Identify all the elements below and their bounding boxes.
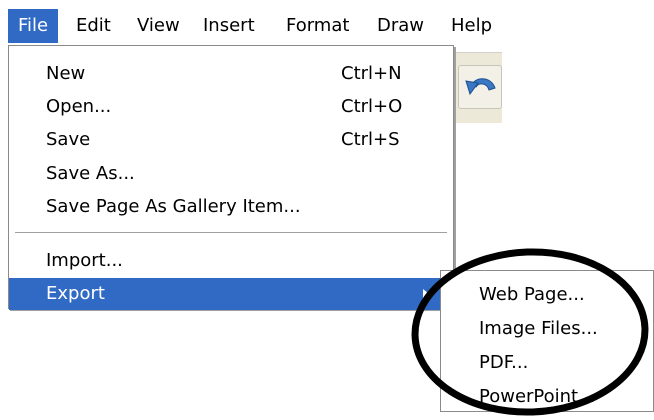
menu-item-label: Save (46, 129, 91, 150)
menu-insert[interactable]: Insert (193, 9, 265, 43)
menu-item-open[interactable]: Open... Ctrl+O (9, 91, 453, 123)
menu-item-save[interactable]: Save Ctrl+S (9, 124, 453, 156)
menu-bar: File Edit View Insert Format Draw Help (0, 0, 500, 50)
submenu-item-pdf[interactable]: PDF... (479, 347, 528, 379)
menu-item-new[interactable]: New Ctrl+N (9, 58, 453, 90)
menu-item-label: Save As... (46, 163, 135, 184)
menu-item-save-as[interactable]: Save As... (9, 158, 453, 190)
submenu-arrow-icon (423, 289, 429, 299)
submenu-item-powerpoint[interactable]: PowerPoint... (479, 381, 595, 413)
menu-item-shortcut: Ctrl+S (341, 129, 400, 150)
menu-item-shortcut: Ctrl+O (341, 96, 403, 117)
menu-item-shortcut: Ctrl+N (341, 63, 402, 84)
export-submenu: Web Page... Image Files... PDF... PowerP… (440, 270, 654, 412)
menu-item-label: Import... (46, 250, 123, 271)
undo-icon (465, 78, 496, 96)
menu-item-export[interactable]: Export (9, 278, 453, 310)
menu-item-label: Export (46, 283, 105, 304)
menu-file[interactable]: File (8, 9, 59, 43)
menu-item-label: Save Page As Gallery Item... (46, 196, 301, 217)
file-menu-dropdown: New Ctrl+N Open... Ctrl+O Save Ctrl+S Sa… (8, 45, 454, 310)
submenu-item-image-files[interactable]: Image Files... (479, 313, 598, 345)
submenu-item-web-page[interactable]: Web Page... (479, 279, 585, 311)
undo-button[interactable] (458, 65, 502, 109)
menu-help[interactable]: Help (441, 9, 502, 43)
menu-item-import[interactable]: Import... (9, 245, 453, 277)
menu-separator (15, 232, 447, 234)
menu-item-label: New (46, 63, 86, 84)
menu-edit[interactable]: Edit (66, 9, 121, 43)
menu-format[interactable]: Format (276, 9, 359, 43)
menu-view[interactable]: View (127, 9, 190, 43)
menu-item-label: Open... (46, 96, 112, 117)
menu-draw[interactable]: Draw (367, 9, 434, 43)
menu-item-save-gallery[interactable]: Save Page As Gallery Item... (9, 191, 453, 223)
